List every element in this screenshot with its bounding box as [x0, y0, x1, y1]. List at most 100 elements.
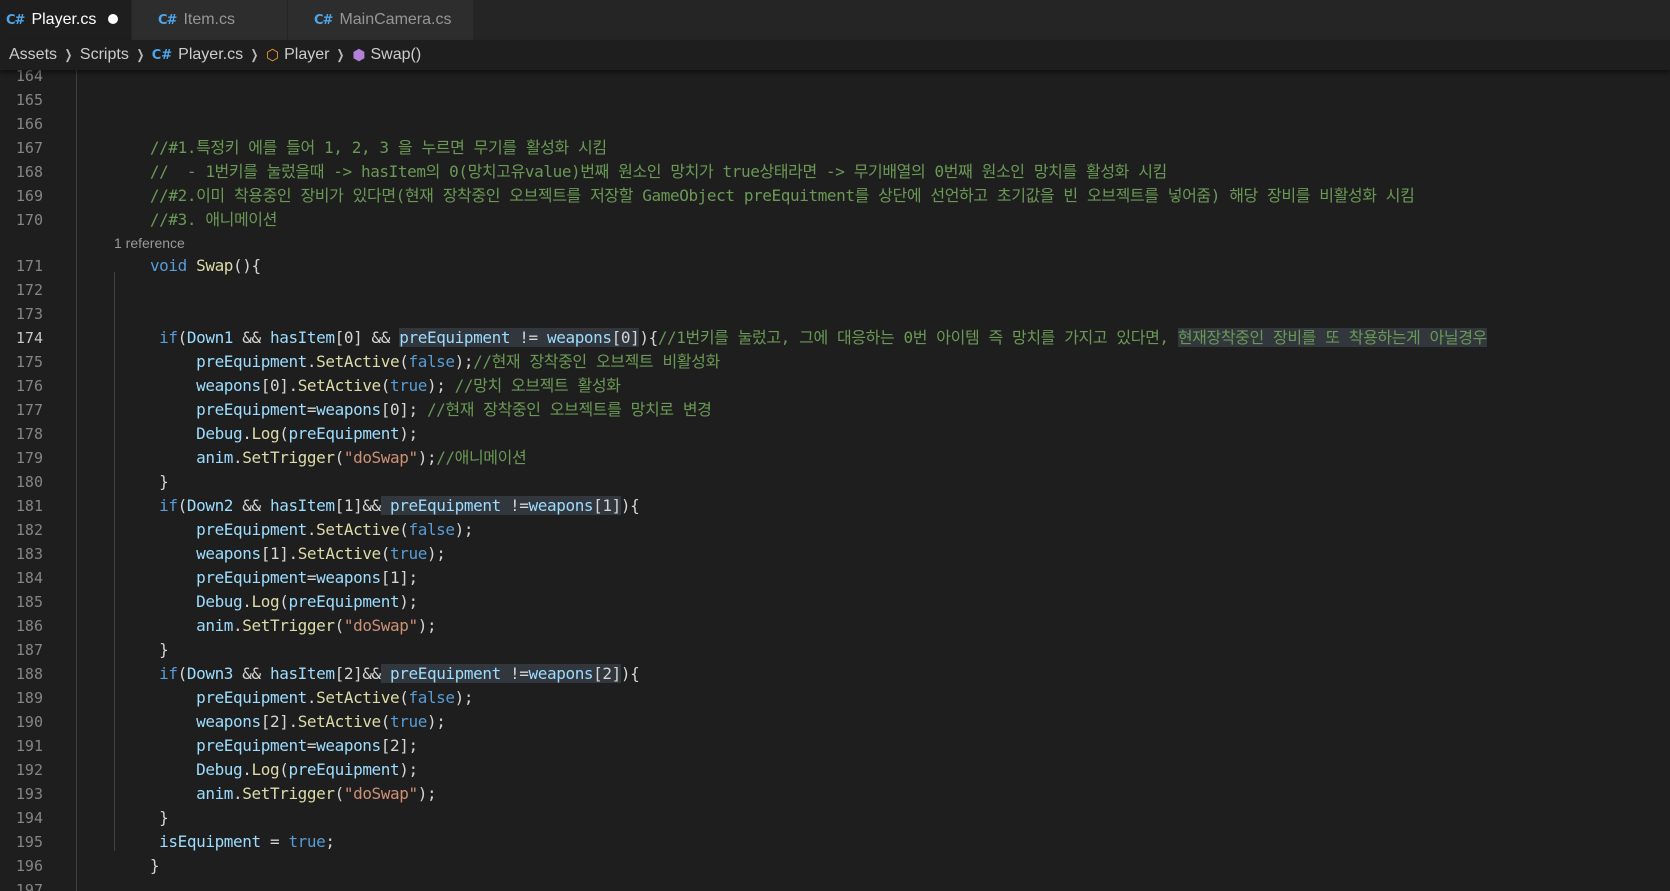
code-text[interactable]: if(Down2 && hasItem[1]&& preEquipment !=… — [113, 494, 640, 518]
tab-player-cs[interactable]: C# Player.cs — [0, 0, 132, 40]
code-line[interactable]: 197 — [0, 878, 1670, 891]
code-line[interactable]: 167 //#1.특정키 에를 들어 1, 2, 3 을 누르면 무기를 활성화… — [0, 136, 1670, 160]
csharp-file-icon: C# — [6, 12, 25, 28]
code-text[interactable]: } — [113, 854, 160, 878]
code-line[interactable]: 189 preEquipment.SetActive(false); — [0, 686, 1670, 710]
breadcrumb-scripts[interactable]: Scripts — [80, 46, 129, 64]
code-line[interactable]: 175 preEquipment.SetActive(false);//현재 장… — [0, 350, 1670, 374]
breadcrumb-file[interactable]: Player.cs — [178, 46, 243, 64]
tab-item-cs[interactable]: C# Item.cs — [132, 0, 288, 40]
code-text[interactable]: } — [113, 638, 169, 662]
code-text[interactable]: weapons[1].SetActive(true); — [113, 542, 446, 566]
code-line[interactable]: 186 anim.SetTrigger("doSwap"); — [0, 614, 1670, 638]
code-token: false — [408, 520, 455, 539]
code-line[interactable]: 173 — [0, 302, 1670, 326]
code-text[interactable]: preEquipment=weapons[1]; — [113, 566, 418, 590]
code-line[interactable]: 181 if(Down2 && hasItem[1]&& preEquipmen… — [0, 494, 1670, 518]
code-token: preEquipment — [196, 568, 307, 587]
code-text[interactable]: preEquipment=weapons[0]; //현재 장착중인 오브젝트를… — [113, 398, 712, 422]
line-number: 196 — [15, 857, 43, 875]
code-line[interactable]: 166 — [0, 112, 1670, 136]
code-line[interactable]: 171 void Swap(){ — [0, 254, 1670, 278]
breadcrumb-assets[interactable]: Assets — [9, 46, 57, 64]
code-line[interactable]: 185 Debug.Log(preEquipment); — [0, 590, 1670, 614]
code-text[interactable]: } — [113, 806, 169, 830]
code-token: //현재 장착중인 오브젝트를 망치로 변경 — [426, 400, 712, 419]
line-number: 164 — [15, 70, 43, 85]
code-text[interactable]: preEquipment.SetActive(false);//현재 장착중인 … — [113, 350, 720, 374]
code-text[interactable]: Debug.Log(preEquipment); — [113, 758, 418, 782]
method-symbol-icon: ⬢ — [352, 47, 366, 64]
code-token: [2] — [593, 664, 621, 683]
code-token: Down1 — [186, 328, 234, 347]
code-token: = — [260, 832, 289, 851]
code-line[interactable]: 165 — [0, 88, 1670, 112]
code-text[interactable]: weapons[2].SetActive(true); — [113, 710, 446, 734]
code-line[interactable]: 183 weapons[1].SetActive(true); — [0, 542, 1670, 566]
code-line[interactable]: 194 } — [0, 806, 1670, 830]
code-line[interactable]: 188 if(Down3 && hasItem[2]&& preEquipmen… — [0, 662, 1670, 686]
code-line[interactable]: 177 preEquipment=weapons[0]; //현재 장착중인 오… — [0, 398, 1670, 422]
code-token: = — [306, 400, 317, 419]
code-line[interactable]: 196 } — [0, 854, 1670, 878]
code-line[interactable]: 178 Debug.Log(preEquipment); — [0, 422, 1670, 446]
code-line[interactable]: 184 preEquipment=weapons[1]; — [0, 566, 1670, 590]
code-token: Debug — [196, 424, 243, 443]
code-text[interactable]: anim.SetTrigger("doSwap"); — [113, 782, 437, 806]
code-text[interactable]: // - 1번키를 눌렀을때 -> hasItem의 0(망치고유value)번… — [113, 160, 1167, 184]
code-text[interactable]: if(Down1 && hasItem[0] && preEquipment !… — [113, 326, 1487, 350]
code-token: ); — [454, 688, 474, 707]
code-text[interactable]: Debug.Log(preEquipment); — [113, 590, 418, 614]
code-text[interactable]: isEquipment = true; — [113, 830, 335, 854]
codelens-references[interactable]: 1 reference — [114, 232, 185, 254]
code-line[interactable]: 172 — [0, 278, 1670, 302]
code-text[interactable]: preEquipment.SetActive(false); — [113, 686, 473, 710]
code-token: ); — [399, 424, 418, 443]
code-line[interactable]: 168 // - 1번키를 눌렀을때 -> hasItem의 0(망치고유val… — [0, 160, 1670, 184]
code-line[interactable]: 191 preEquipment=weapons[2]; — [0, 734, 1670, 758]
code-text[interactable]: weapons[0].SetActive(true); //망치 오브젝트 활성… — [113, 374, 621, 398]
code-line[interactable]: 176 weapons[0].SetActive(true); //망치 오브젝… — [0, 374, 1670, 398]
code-text[interactable]: void Swap(){ — [113, 254, 261, 278]
line-number: 186 — [15, 617, 43, 635]
tab-maincamera-cs[interactable]: C# MainCamera.cs — [288, 0, 474, 40]
code-text[interactable]: anim.SetTrigger("doSwap"); — [113, 614, 437, 638]
code-editor[interactable]: 1 reference 164 165 166 167 //#1.특정키 에를 들어 … — [0, 70, 1670, 891]
unsaved-changes-dot-icon[interactable] — [108, 14, 118, 24]
code-line[interactable]: 182 preEquipment.SetActive(false); — [0, 518, 1670, 542]
code-line[interactable]: 190 weapons[2].SetActive(true); — [0, 710, 1670, 734]
code-line[interactable]: 164 — [0, 70, 1670, 88]
code-text[interactable]: preEquipment.SetActive(false); — [113, 518, 473, 542]
code-line[interactable]: 187 } — [0, 638, 1670, 662]
code-text[interactable]: //#2.이미 착용중인 장비가 있다면(현재 장착중인 오브젝트를 저장할 G… — [113, 184, 1415, 208]
code-token: . — [306, 520, 317, 539]
code-text[interactable]: anim.SetTrigger("doSwap");//애니메이션 — [113, 446, 527, 470]
code-line[interactable]: 174 if(Down1 && hasItem[0] && preEquipme… — [0, 326, 1670, 350]
breadcrumb-class[interactable]: Player — [284, 46, 329, 64]
breadcrumb-method[interactable]: Swap() — [370, 46, 421, 64]
code-text[interactable]: Debug.Log(preEquipment); — [113, 422, 418, 446]
code-text[interactable]: if(Down3 && hasItem[2]&& preEquipment !=… — [113, 662, 640, 686]
code-text[interactable]: //#1.특정키 에를 들어 1, 2, 3 을 누르면 무기를 활성화 시킴 — [113, 136, 607, 160]
code-token: . — [233, 616, 243, 635]
line-number: 193 — [15, 785, 43, 803]
code-line[interactable]: 180 } — [0, 470, 1670, 494]
code-text[interactable]: //#3. 애니메이션 — [113, 208, 277, 232]
code-text[interactable]: preEquipment=weapons[2]; — [113, 734, 418, 758]
code-token: = — [306, 736, 317, 755]
code-token: ); — [417, 616, 437, 635]
code-line[interactable]: 179 anim.SetTrigger("doSwap");//애니메이션 — [0, 446, 1670, 470]
code-line[interactable]: 195 isEquipment = true; — [0, 830, 1670, 854]
line-number: 178 — [15, 425, 43, 443]
code-text[interactable]: } — [113, 470, 169, 494]
code-line[interactable]: 170 //#3. 애니메이션 — [0, 208, 1670, 232]
code-line[interactable]: 192 Debug.Log(preEquipment); — [0, 758, 1670, 782]
code-line[interactable]: 193 anim.SetTrigger("doSwap"); — [0, 782, 1670, 806]
code-line[interactable]: 169 //#2.이미 착용중인 장비가 있다면(현재 장착중인 오브젝트를 저… — [0, 184, 1670, 208]
